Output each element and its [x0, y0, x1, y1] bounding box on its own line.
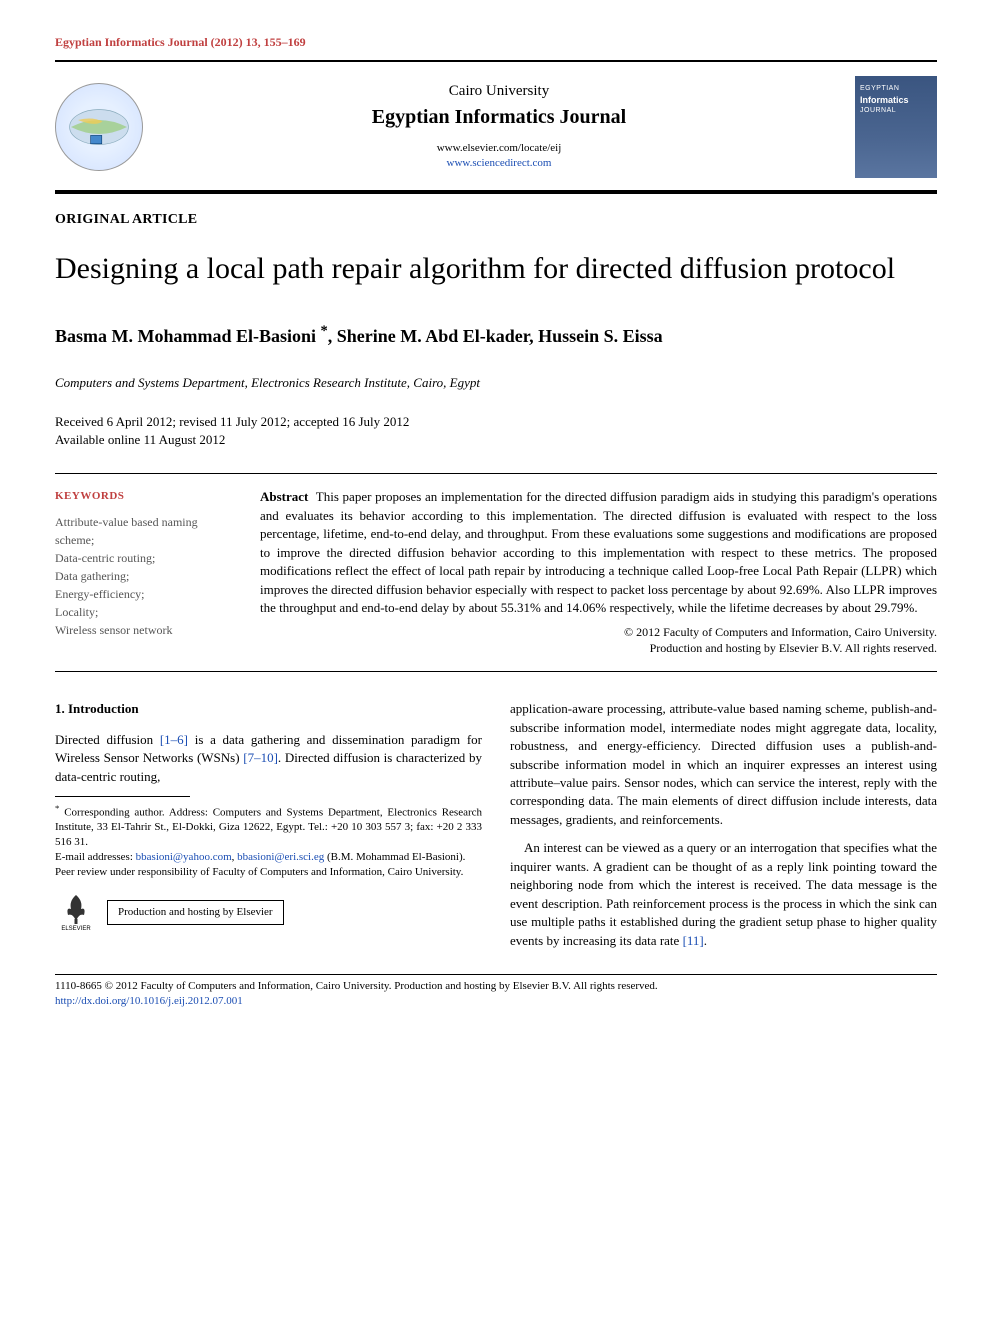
column-right: application-aware processing, attribute-… [510, 700, 937, 960]
production-hosting: ELSEVIER Production and hosting by Elsev… [55, 890, 482, 936]
journal-url-2[interactable]: www.sciencedirect.com [447, 157, 552, 169]
text-run: (B.M. Mohammad El-Basioni). [324, 851, 465, 863]
dates-line-2: Available online 11 August 2012 [55, 431, 937, 449]
issn-line: 1110-8665 © 2012 Faculty of Computers an… [55, 979, 937, 994]
abstract-column: Abstract This paper proposes an implemen… [260, 488, 937, 657]
keywords-list: Attribute-value based naming scheme; Dat… [55, 513, 230, 639]
footnotes: * Corresponding author. Address: Compute… [55, 803, 482, 936]
cover-line-3: JOURNAL [860, 106, 932, 115]
ref-link-7-10[interactable]: [7–10] [243, 750, 278, 765]
university-name: Cairo University [161, 83, 837, 100]
cover-line-1: EGYPTIAN [860, 84, 932, 93]
rule-top-thick [55, 190, 937, 194]
peer-review-note: Peer review under responsibility of Facu… [55, 865, 482, 880]
tree-icon [61, 893, 91, 925]
intro-paragraph-1-cont: application-aware processing, attribute-… [510, 700, 937, 829]
keywords-heading: KEYWORDS [55, 488, 230, 505]
column-left: 1. Introduction Directed diffusion [1–6]… [55, 700, 482, 960]
corresponding-author-note: * Corresponding author. Address: Compute… [55, 803, 482, 850]
ref-link-11[interactable]: [11] [683, 933, 704, 948]
text-run: . [704, 933, 707, 948]
text-run: An interest can be viewed as a query or … [510, 840, 937, 947]
footnote-separator [55, 796, 190, 797]
ref-link-1-6[interactable]: [1–6] [160, 732, 188, 747]
affiliation: Computers and Systems Department, Electr… [55, 375, 937, 391]
hosting-box: Production and hosting by Elsevier [107, 900, 284, 925]
rule-top-thin [55, 60, 937, 62]
author-pre: Basma M. Mohammad El-Basioni [55, 326, 321, 346]
running-header: Egyptian Informatics Journal (2012) 13, … [55, 35, 937, 50]
authors: Basma M. Mohammad El-Basioni *, Sherine … [55, 323, 937, 347]
abstract-label: Abstract [260, 489, 308, 504]
journal-url-1[interactable]: www.elsevier.com/locate/eij [437, 142, 562, 154]
email-link-1[interactable]: bbasioni@yahoo.com [136, 851, 232, 863]
author-post: , Sherine M. Abd El-kader, Hussein S. Ei… [328, 326, 663, 346]
abstract-text: This paper proposes an implementation fo… [260, 489, 937, 615]
journal-cover-thumb: EGYPTIAN Informatics JOURNAL [855, 76, 937, 178]
email-note: E-mail addresses: bbasioni@yahoo.com, bb… [55, 850, 482, 865]
body-columns: 1. Introduction Directed diffusion [1–6]… [55, 700, 937, 960]
elsevier-label: ELSEVIER [61, 925, 90, 933]
masthead: Cairo University Egyptian Informatics Jo… [55, 66, 937, 186]
article-type: ORIGINAL ARTICLE [55, 212, 937, 228]
text-run: Directed diffusion [55, 732, 160, 747]
intro-paragraph-1: Directed diffusion [1–6] is a data gathe… [55, 731, 482, 786]
copyright-line-2: Production and hosting by Elsevier B.V. … [260, 640, 937, 657]
bottom-rule [55, 974, 937, 975]
cover-line-2: Informatics [860, 95, 932, 107]
university-logo [55, 83, 143, 171]
keywords-column: KEYWORDS Attribute-value based naming sc… [55, 488, 230, 657]
corr-star-icon: * [321, 323, 328, 339]
doi-link[interactable]: http://dx.doi.org/10.1016/j.eij.2012.07.… [55, 995, 243, 1007]
elsevier-logo: ELSEVIER [55, 890, 97, 936]
bottom-meta: 1110-8665 © 2012 Faculty of Computers an… [55, 979, 937, 1010]
article-title: Designing a local path repair algorithm … [55, 250, 937, 288]
abstract-block: KEYWORDS Attribute-value based naming sc… [55, 473, 937, 672]
copyright-line-1: © 2012 Faculty of Computers and Informat… [260, 624, 937, 641]
dates-line-1: Received 6 April 2012; revised 11 July 2… [55, 413, 937, 431]
globe-icon [64, 102, 134, 152]
copyright-block: © 2012 Faculty of Computers and Informat… [260, 624, 937, 658]
email-link-2[interactable]: bbasioni@eri.sci.eg [237, 851, 324, 863]
article-dates: Received 6 April 2012; revised 11 July 2… [55, 413, 937, 449]
corr-star-icon: * [55, 803, 59, 813]
masthead-center: Cairo University Egyptian Informatics Jo… [161, 83, 837, 170]
text-run: Corresponding author. Address: Computers… [55, 807, 482, 849]
journal-name: Egyptian Informatics Journal [161, 106, 837, 129]
text-run: E-mail addresses: [55, 851, 136, 863]
section-1-heading: 1. Introduction [55, 700, 482, 718]
intro-paragraph-2: An interest can be viewed as a query or … [510, 839, 937, 950]
